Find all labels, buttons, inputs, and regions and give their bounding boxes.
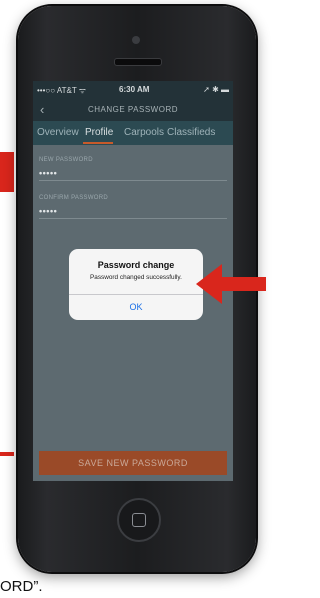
camera-icon: [132, 36, 140, 44]
caption-text: ORD”.: [0, 578, 43, 595]
password-change-dialog: Password change Password changed success…: [69, 249, 203, 320]
active-tab-indicator: [83, 142, 113, 144]
tab-profile[interactable]: Profile: [85, 127, 113, 138]
confirm-password-field[interactable]: •••••: [39, 206, 57, 216]
tab-carpools[interactable]: Carpools: [124, 127, 164, 138]
page-title: CHANGE PASSWORD: [87, 105, 179, 114]
status-icons: ➚ ✱ ▬: [203, 85, 229, 94]
tab-classifieds[interactable]: Classifieds: [167, 127, 215, 138]
save-new-password-button[interactable]: SAVE NEW PASSWORD: [39, 451, 227, 475]
annotation-arrow-icon: [196, 264, 266, 304]
dialog-message: Password changed successfully.: [90, 274, 182, 281]
tab-overview[interactable]: Overview: [37, 127, 79, 138]
confirm-password-label: CONFIRM PASSWORD: [39, 195, 109, 201]
new-password-field[interactable]: •••••: [39, 168, 57, 178]
new-password-underline: [39, 180, 227, 181]
home-square-icon: [132, 513, 146, 527]
speaker-grille: [114, 58, 162, 66]
confirm-password-underline: [39, 218, 227, 219]
clock: 6:30 AM: [119, 85, 150, 94]
nav-bar: ‹ CHANGE PASSWORD: [33, 99, 233, 121]
carrier-label: •••○○ AT&T ᯤ: [37, 86, 87, 95]
annotation-mark-bottom: [0, 452, 14, 456]
home-button[interactable]: [117, 498, 161, 542]
new-password-label: NEW PASSWORD: [39, 157, 93, 163]
tab-bar: Overview Profile Carpools Classifieds: [33, 121, 233, 145]
annotation-mark-top: [0, 152, 14, 192]
status-bar: •••○○ AT&T ᯤ 6:30 AM ➚ ✱ ▬: [33, 81, 233, 99]
dialog-title: Password change: [97, 260, 175, 270]
ok-button[interactable]: OK: [69, 295, 203, 320]
